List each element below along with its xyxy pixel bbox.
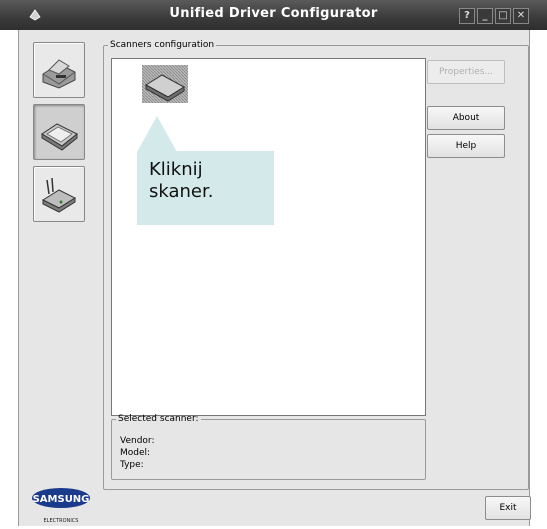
maximize-icon[interactable]: □ xyxy=(495,8,511,24)
port-icon xyxy=(41,177,77,213)
printer-icon xyxy=(42,59,76,89)
scanner-list[interactable]: Kliknij skaner. xyxy=(111,58,426,416)
sidebar-item-printer[interactable] xyxy=(33,42,85,98)
scanners-configuration-legend: Scanners configuration xyxy=(110,40,215,50)
hint-callout-text: Kliknij skaner. xyxy=(149,159,214,202)
vendor-label: Vendor: xyxy=(120,436,155,446)
exit-button[interactable]: Exit xyxy=(485,496,531,520)
svg-text:SAMSUNG: SAMSUNG xyxy=(33,494,90,505)
samsung-logo-icon: SAMSUNG ELECTRONICS xyxy=(32,488,90,524)
main-window: Scanners configuration Kliknij skaner. P… xyxy=(18,30,531,526)
selected-scanner-legend: Selected scanner: xyxy=(118,414,199,424)
scanner-icon xyxy=(41,123,78,151)
sidebar-item-scanner[interactable] xyxy=(33,104,85,160)
model-label: Model: xyxy=(120,448,151,458)
title-bar: Unified Driver Configurator ? _ □ ✕ xyxy=(0,0,547,30)
type-label: Type: xyxy=(120,460,144,470)
svg-text:ELECTRONICS: ELECTRONICS xyxy=(44,518,79,524)
scanner-device-icon xyxy=(142,65,188,103)
close-icon[interactable]: ✕ xyxy=(513,8,529,24)
minimize-icon[interactable]: _ xyxy=(477,8,493,24)
scanner-list-item[interactable] xyxy=(142,65,188,103)
properties-button[interactable]: Properties... xyxy=(427,60,505,84)
help-icon[interactable]: ? xyxy=(459,8,475,24)
callout-pointer xyxy=(137,116,177,152)
hint-callout: Kliknij skaner. xyxy=(137,151,274,225)
selected-scanner-group: Selected scanner: Vendor: Model: Type: xyxy=(111,414,426,480)
about-button[interactable]: About xyxy=(427,106,505,130)
help-button[interactable]: Help xyxy=(427,134,505,158)
samsung-logo: SAMSUNG ELECTRONICS xyxy=(31,486,93,526)
sidebar-item-port[interactable] xyxy=(33,166,85,222)
